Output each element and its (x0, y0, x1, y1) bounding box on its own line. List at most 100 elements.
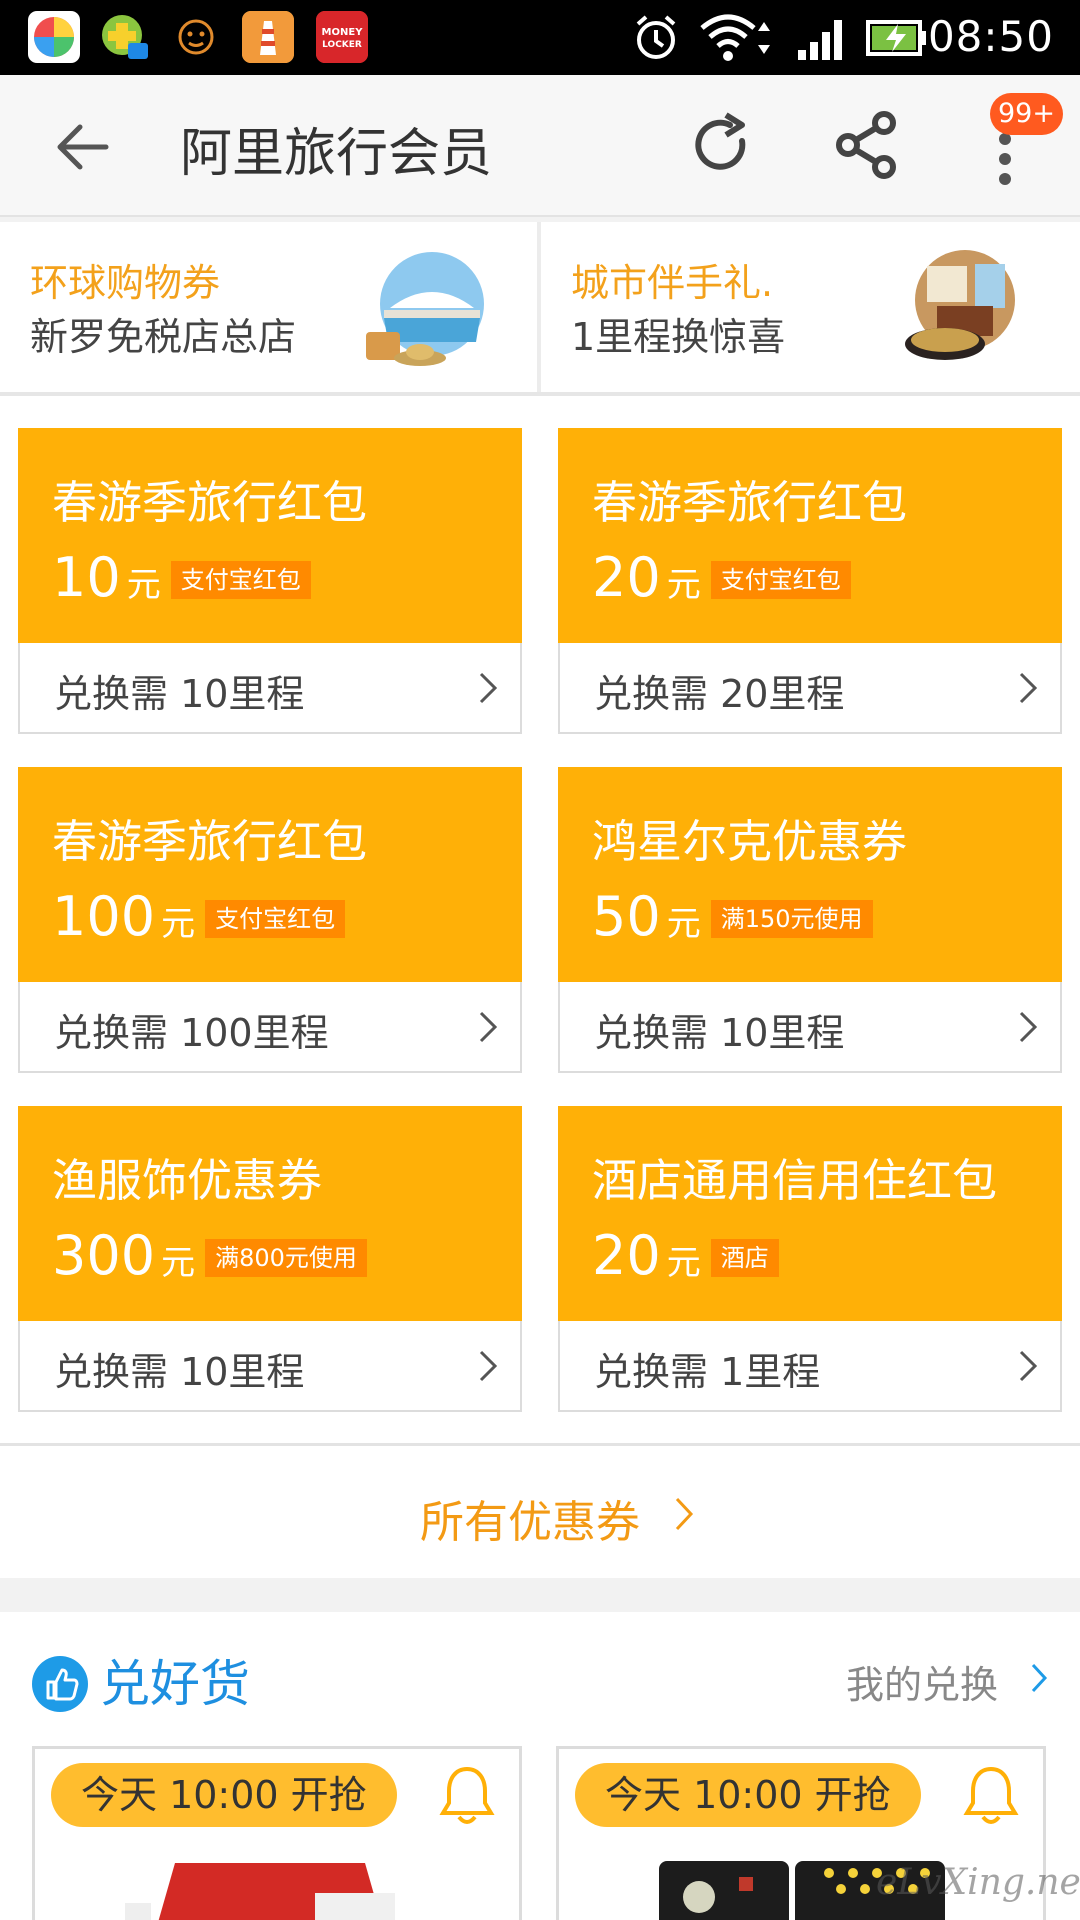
coupon-header: 酒店通用信用住红包 20 元酒店 (558, 1106, 1062, 1321)
signal-icon (798, 20, 842, 60)
promo-subtitle: 1里程换惊喜 (571, 315, 786, 359)
coupon-amount: 20 元支付宝红包 (592, 546, 851, 609)
coupon-title: 酒店通用信用住红包 (592, 1154, 998, 1207)
green-plus-mail-icon (98, 11, 150, 63)
my-exchange-link[interactable]: 我的兑换 (846, 1654, 998, 1709)
coupon-redeem-row[interactable]: 兑换需 10里程 (18, 1321, 522, 1412)
coupon-header: 春游季旅行红包 100 元支付宝红包 (18, 767, 522, 982)
coupon-cost: 兑换需 10里程 (594, 1011, 845, 1055)
wifi-icon (700, 14, 770, 61)
coupon-card[interactable]: 春游季旅行红包 20 元支付宝红包 兑换需 20里程 (558, 428, 1062, 734)
coupon-redeem-row[interactable]: 兑换需 1里程 (558, 1321, 1062, 1412)
coupon-unit: 元 (126, 565, 161, 605)
chevron-right-icon (675, 1497, 694, 1531)
alarm-icon (636, 15, 676, 59)
promo-title: 城市伴手礼. (571, 261, 774, 305)
battery-charging-icon (866, 20, 926, 56)
coupon-header: 渔服饰优惠券 300 元满800元使用 (18, 1106, 522, 1321)
coupon-tag: 满150元使用 (710, 900, 873, 938)
coupon-amount: 20 元酒店 (592, 1224, 779, 1287)
promo-city-gift[interactable]: 城市伴手礼. 1里程换惊喜 (541, 222, 1080, 392)
hotel-room-image (905, 250, 1015, 360)
chevron-right-icon (1019, 672, 1038, 704)
coupon-cost: 兑换需 20里程 (594, 672, 845, 716)
coupon-tag: 支付宝红包 (205, 900, 346, 938)
coupon-unit: 元 (666, 1243, 701, 1283)
coupon-header: 春游季旅行红包 20 元支付宝红包 (558, 428, 1062, 643)
lighthouse-app-icon (242, 11, 294, 63)
smiley-face-icon (170, 11, 222, 63)
coupon-card[interactable]: 春游季旅行红包 100 元支付宝红包 兑换需 100里程 (18, 767, 522, 1073)
coupon-tag: 酒店 (710, 1239, 779, 1277)
coupon-cost: 兑换需 10里程 (54, 1350, 305, 1394)
coupon-card[interactable]: 鸿星尔克优惠券 50 元满150元使用 兑换需 10里程 (558, 767, 1062, 1073)
all-coupons-label: 所有优惠券 (420, 1497, 640, 1548)
chevron-right-icon (479, 1011, 498, 1043)
thumbs-up-icon (32, 1656, 88, 1712)
coupon-title: 鸿星尔克优惠券 (592, 815, 908, 868)
back-arrow-icon[interactable] (52, 119, 112, 175)
all-coupons-link[interactable]: 所有优惠券 (0, 1446, 1080, 1578)
promo-duty-free[interactable]: 环球购物券 新罗免税店总店 (0, 222, 537, 392)
coupon-value: 10 (52, 546, 121, 609)
coupon-value: 50 (592, 885, 661, 948)
promo-title: 环球购物券 (30, 261, 221, 305)
app-bar: 阿里旅行会员 99+ (0, 75, 1080, 217)
coupon-value: 20 (592, 1224, 661, 1287)
product-image (125, 1863, 395, 1920)
watermark: eLvXing.net (876, 1862, 1080, 1903)
coupon-cost: 兑换需 1里程 (594, 1350, 821, 1394)
bell-icon[interactable] (961, 1763, 1021, 1827)
coupon-tag: 支付宝红包 (170, 561, 311, 599)
coupon-unit: 元 (161, 904, 196, 944)
promo-subtitle: 新罗免税店总店 (30, 315, 297, 359)
coupon-title: 春游季旅行红包 (52, 815, 368, 868)
chevron-right-icon (479, 1350, 498, 1382)
coupon-title: 渔服饰优惠券 (52, 1154, 323, 1207)
coupon-amount: 100 元支付宝红包 (52, 885, 346, 948)
coupon-value: 300 (52, 1224, 156, 1287)
coupon-amount: 50 元满150元使用 (592, 885, 873, 948)
status-time: 08:50 (927, 12, 1054, 61)
coupon-cost: 兑换需 100里程 (54, 1011, 329, 1055)
coupon-card[interactable]: 酒店通用信用住红包 20 元酒店 兑换需 1里程 (558, 1106, 1062, 1412)
flash-sale-start-label: 今天 10:00 开抢 (51, 1763, 397, 1827)
goods-card[interactable]: 今天 10:00 开抢 (32, 1746, 522, 1920)
coupon-cost: 兑换需 10里程 (54, 672, 305, 716)
money-locker-icon: MONEY LOCKER (316, 11, 368, 63)
chevron-right-icon (1019, 1350, 1038, 1382)
coupon-redeem-row[interactable]: 兑换需 20里程 (558, 643, 1062, 734)
chevron-right-icon (1031, 1663, 1048, 1693)
coupon-unit: 元 (161, 1243, 196, 1283)
coupon-unit: 元 (666, 904, 701, 944)
notification-badge: 99+ (990, 93, 1063, 135)
coupon-amount: 10 元支付宝红包 (52, 546, 311, 609)
coupon-tag: 满800元使用 (205, 1239, 367, 1277)
coupon-amount: 300 元满800元使用 (52, 1224, 367, 1287)
status-bar: MONEY LOCKER 08:50 (0, 0, 1080, 75)
travel-pier-image (366, 252, 484, 366)
coupon-card[interactable]: 春游季旅行红包 10 元支付宝红包 兑换需 10里程 (18, 428, 522, 734)
bell-icon[interactable] (437, 1763, 497, 1827)
coupon-card[interactable]: 渔服饰优惠券 300 元满800元使用 兑换需 10里程 (18, 1106, 522, 1412)
coupon-value: 100 (52, 885, 156, 948)
refresh-icon[interactable] (686, 111, 756, 181)
coupon-redeem-row[interactable]: 兑换需 10里程 (18, 643, 522, 734)
coupon-header: 春游季旅行红包 10 元支付宝红包 (18, 428, 522, 643)
goods-title: 兑好货 (100, 1655, 250, 1713)
share-icon[interactable] (832, 109, 902, 181)
chevron-right-icon (479, 672, 498, 704)
svg-text:LOCKER: LOCKER (322, 40, 362, 50)
coupon-redeem-row[interactable]: 兑换需 10里程 (558, 982, 1062, 1073)
coupon-title: 春游季旅行红包 (52, 476, 368, 529)
coupon-tag: 支付宝红包 (710, 561, 851, 599)
chevron-right-icon (1019, 1011, 1038, 1043)
flash-sale-start-label: 今天 10:00 开抢 (575, 1763, 921, 1827)
coupon-title: 春游季旅行红包 (592, 476, 908, 529)
coupon-redeem-row[interactable]: 兑换需 100里程 (18, 982, 522, 1073)
multicolor-app-icon (28, 11, 80, 63)
page-title: 阿里旅行会员 (180, 124, 493, 184)
svg-text:MONEY: MONEY (322, 27, 364, 38)
coupon-unit: 元 (666, 565, 701, 605)
coupon-value: 20 (592, 546, 661, 609)
